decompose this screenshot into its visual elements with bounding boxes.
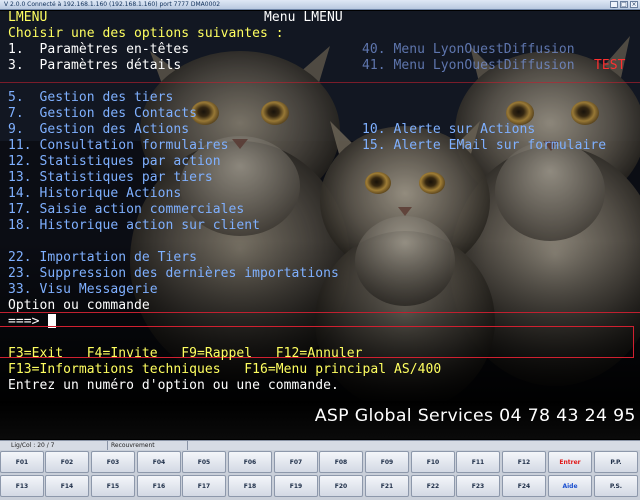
option-22[interactable]: 22. Importation de Tiers <box>8 250 197 266</box>
terminal-screen[interactable]: LMENU Menu LMENU Choisir une des options… <box>0 11 640 401</box>
option-17[interactable]: 17. Saisie action commerciales <box>8 202 244 218</box>
f16-button[interactable]: F16 <box>137 475 181 497</box>
f18-button[interactable]: F18 <box>228 475 272 497</box>
f21-button[interactable]: F21 <box>365 475 409 497</box>
maximize-icon[interactable]: □ <box>620 1 628 8</box>
option-40[interactable]: 40. Menu LyonOuestDiffusion <box>362 42 575 58</box>
f05-button[interactable]: F05 <box>182 451 226 473</box>
f03-button[interactable]: F03 <box>91 451 135 473</box>
f07-button[interactable]: F07 <box>274 451 318 473</box>
window-title: V 2.0.0 Connecté à 192.168.1.160 (192.16… <box>4 1 221 8</box>
f13-button[interactable]: F13 <box>0 475 44 497</box>
option-3[interactable]: 3. Paramètres détails <box>8 58 181 74</box>
option-11[interactable]: 11. Consultation formulaires <box>8 138 229 154</box>
f22-button[interactable]: F22 <box>411 475 455 497</box>
option-23[interactable]: 23. Suppression des dernières importatio… <box>8 266 339 282</box>
window-titlebar: V 2.0.0 Connecté à 192.168.1.160 (192.16… <box>0 0 640 10</box>
f04-button[interactable]: F04 <box>137 451 181 473</box>
input-mode: Recouvrement <box>108 441 188 450</box>
f15-button[interactable]: F15 <box>91 475 135 497</box>
page-down-button[interactable]: P.S. <box>594 475 638 497</box>
minimize-icon[interactable]: _ <box>610 1 618 8</box>
fkey-legend-line1: F3=Exit F4=Invite F9=Rappel F12=Annuler <box>8 346 363 361</box>
option-12[interactable]: 12. Statistiques par action <box>8 154 221 170</box>
menu-prompt: Choisir une des options suivantes : <box>8 26 284 41</box>
function-key-panel: F01 F02 F03 F04 F05 F06 F07 F08 F09 F10 … <box>0 450 640 500</box>
fkey-legend-line2: F13=Informations techniques F16=Menu pri… <box>8 362 442 377</box>
f19-button[interactable]: F19 <box>274 475 318 497</box>
help-button[interactable]: Aide <box>548 475 592 497</box>
command-top-line <box>0 312 640 313</box>
page-up-button[interactable]: P.P. <box>594 451 638 473</box>
option-33[interactable]: 33. Visu Messagerie <box>8 282 158 298</box>
f23-button[interactable]: F23 <box>456 475 500 497</box>
menu-title: Menu LMENU <box>264 11 343 25</box>
close-icon[interactable]: × <box>630 1 638 8</box>
f06-button[interactable]: F06 <box>228 451 272 473</box>
f20-button[interactable]: F20 <box>319 475 363 497</box>
f08-button[interactable]: F08 <box>319 451 363 473</box>
f02-button[interactable]: F02 <box>45 451 89 473</box>
f17-button[interactable]: F17 <box>182 475 226 497</box>
option-5[interactable]: 5. Gestion des tiers <box>8 90 173 106</box>
program-name: LMENU <box>8 11 48 25</box>
option-10[interactable]: 10. Alerte sur Actions <box>362 122 535 138</box>
brand-text: ASP Global Services 04 78 43 24 95 <box>314 406 636 426</box>
enter-button[interactable]: Entrer <box>548 451 592 473</box>
status-bar: Lig/Col : 20 / 7 Recouvrement <box>0 440 640 450</box>
f09-button[interactable]: F09 <box>365 451 409 473</box>
option-1[interactable]: 1. Paramètres en-têtes <box>8 42 189 58</box>
f14-button[interactable]: F14 <box>45 475 89 497</box>
f12-button[interactable]: F12 <box>502 451 546 473</box>
option-13[interactable]: 13. Statistiques par tiers <box>8 170 213 186</box>
test-tag: TEST <box>594 58 626 73</box>
option-14[interactable]: 14. Historique Actions <box>8 186 181 202</box>
option-7[interactable]: 7. Gestion des Contacts <box>8 106 197 122</box>
f24-button[interactable]: F24 <box>502 475 546 497</box>
f11-button[interactable]: F11 <box>456 451 500 473</box>
option-41[interactable]: 41. Menu LyonOuestDiffusion <box>362 58 575 74</box>
option-15[interactable]: 15. Alerte EMail sur formulaire <box>362 138 606 154</box>
separator-line <box>0 82 640 83</box>
option-18[interactable]: 18. Historique action sur client <box>8 218 260 234</box>
cursor-position: Lig/Col : 20 / 7 <box>8 441 108 450</box>
f10-button[interactable]: F10 <box>411 451 455 473</box>
f01-button[interactable]: F01 <box>0 451 44 473</box>
option-9[interactable]: 9. Gestion des Actions <box>8 122 189 138</box>
message-line: Entrez un numéro d'option ou une command… <box>8 378 339 393</box>
